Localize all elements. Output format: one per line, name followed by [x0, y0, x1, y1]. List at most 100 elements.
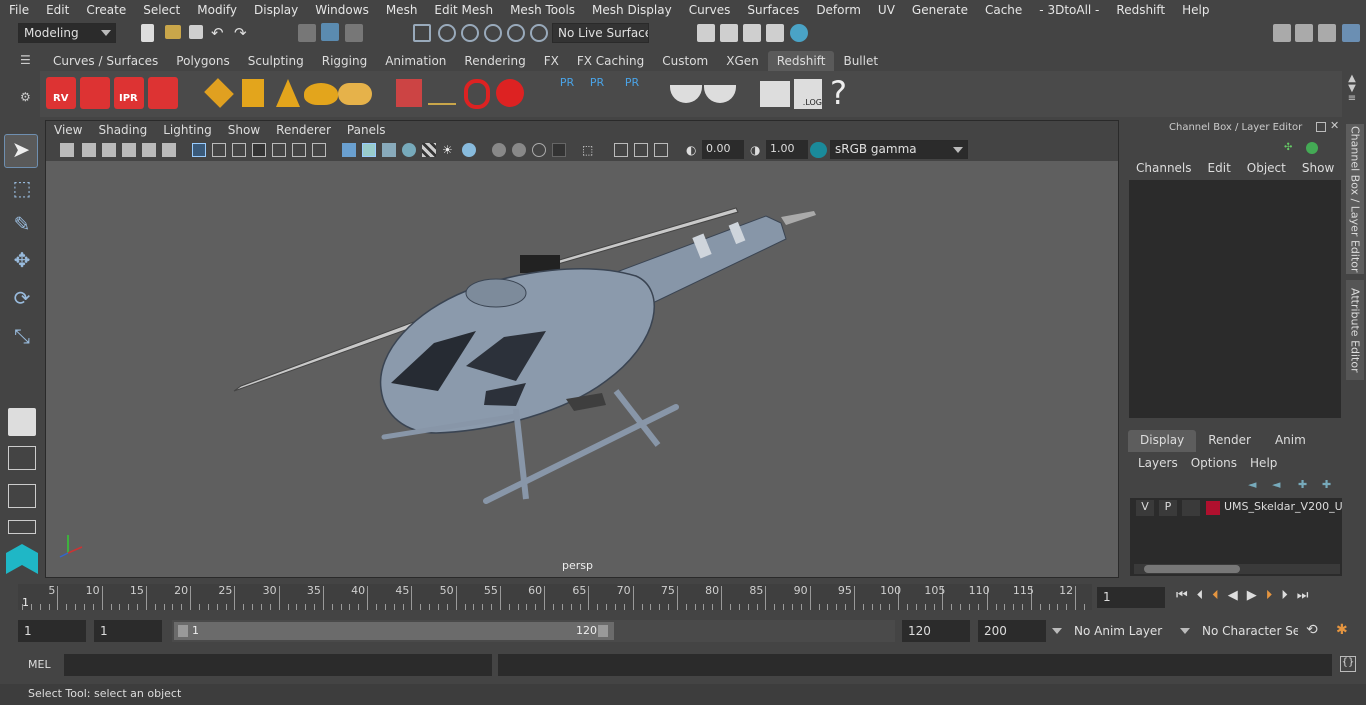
use-all-lights-icon[interactable]: ☀ [442, 143, 456, 157]
channel-box-toggle-icon[interactable] [1342, 24, 1360, 42]
redshift-render-view-icon[interactable]: RV [46, 77, 76, 109]
redshift-light-icon[interactable] [276, 79, 300, 107]
make-live-icon[interactable] [530, 24, 548, 42]
shelf-scroll-icon[interactable]: ▲ ▼ ≡ [1344, 74, 1360, 110]
rotate-tool-icon[interactable]: ⟳ [8, 286, 36, 314]
layer-tab-anim[interactable]: Anim [1263, 430, 1318, 452]
gate-mask-icon[interactable] [252, 143, 266, 157]
channel-box-menu-show[interactable]: Show [1298, 161, 1342, 177]
default-material-icon[interactable] [382, 143, 396, 157]
xray-icon[interactable] [614, 143, 628, 157]
tab-channel-box[interactable]: Channel Box / Layer Editor [1346, 124, 1364, 274]
shelf-tab-curves-surfaces[interactable]: Curves / Surfaces [44, 51, 167, 71]
layer-menu-options[interactable]: Options [1191, 456, 1250, 472]
new-scene-icon[interactable] [141, 24, 154, 42]
command-input[interactable] [64, 654, 492, 676]
move-tool-icon[interactable]: ✥ [8, 248, 36, 276]
2d-pan-zoom-icon[interactable] [142, 143, 156, 157]
playback-end-field[interactable]: 120 [902, 620, 970, 642]
shelf-tab-redshift[interactable]: Redshift [767, 51, 835, 71]
current-frame-field[interactable]: 1 [1097, 587, 1165, 608]
menu-cache[interactable]: Cache [976, 3, 1030, 17]
snap-grid-icon[interactable] [413, 24, 431, 42]
start-time-field[interactable]: 1 [18, 620, 86, 642]
new-layer-selected-icon[interactable]: ✚ [1322, 478, 1336, 491]
script-editor-icon[interactable]: {} [1340, 656, 1356, 672]
range-slider-handle[interactable]: 1 120 [174, 622, 614, 640]
animation-preferences-icon[interactable]: ✱ [1336, 622, 1354, 640]
menu-mesh-tools[interactable]: Mesh Tools [501, 3, 583, 17]
scale-tool-icon[interactable]: ⤡ [8, 324, 36, 352]
redshift-hair-icon[interactable] [428, 81, 456, 105]
auto-key-icon[interactable]: ⟲ [1306, 622, 1324, 640]
redshift-dome-light-icon[interactable] [304, 83, 338, 105]
color-management-icon[interactable] [810, 142, 827, 158]
select-by-object-icon[interactable] [345, 24, 363, 42]
anti-aliasing-icon[interactable] [532, 143, 546, 157]
paint-select-tool-icon[interactable]: ✎ [8, 212, 36, 240]
grid-icon[interactable] [192, 143, 206, 157]
shelf-tab-rendering[interactable]: Rendering [455, 51, 534, 71]
go-to-end-icon[interactable]: ⏭ [1297, 588, 1309, 606]
menu-help[interactable]: Help [1173, 3, 1217, 17]
range-start-grip[interactable] [178, 625, 188, 637]
menu-redshift[interactable]: Redshift [1107, 3, 1173, 17]
channel-box-toggle-icon[interactable] [1306, 142, 1318, 154]
viewport-menu-lighting[interactable]: Lighting [155, 121, 220, 139]
redshift-proxy-icon[interactable] [396, 79, 422, 107]
shelf-menu-icon[interactable]: ☰ [20, 53, 34, 67]
go-to-start-icon[interactable]: ⏮ [1176, 588, 1188, 606]
layer-tab-render[interactable]: Render [1196, 430, 1263, 452]
redo-icon[interactable]: ↷ [234, 24, 252, 42]
step-forward-key-icon[interactable]: ⏵ [1266, 588, 1273, 606]
live-surface-field[interactable]: No Live Surface [552, 23, 649, 43]
layer-playback-toggle[interactable]: P [1159, 500, 1177, 516]
channel-box-menu-edit[interactable]: Edit [1204, 161, 1239, 177]
bookmark-icon[interactable] [102, 143, 116, 157]
step-back-frame-icon[interactable]: ⏴ [1197, 588, 1204, 606]
open-scene-icon[interactable] [165, 25, 181, 39]
layer-menu-help[interactable]: Help [1250, 456, 1290, 472]
field-chart-icon[interactable] [272, 143, 286, 157]
menu-curves[interactable]: Curves [680, 3, 739, 17]
color-space-dropdown[interactable]: sRGB gamma [830, 140, 968, 159]
render-current-frame-icon[interactable] [720, 24, 738, 42]
resolution-gate-icon[interactable] [232, 143, 246, 157]
pr-proxy-import-icon[interactable]: PR [586, 76, 608, 112]
redshift-mesh-params-icon[interactable] [204, 78, 234, 108]
gamma-icon[interactable]: ◑ [750, 143, 764, 157]
tab-attribute-editor[interactable]: Attribute Editor [1346, 280, 1364, 380]
save-scene-icon[interactable] [189, 25, 203, 39]
move-layer-up-icon[interactable]: ◄ [1248, 478, 1262, 491]
menu-file[interactable]: File [0, 3, 37, 17]
menu-mesh[interactable]: Mesh [377, 3, 426, 17]
film-gate-icon[interactable] [212, 143, 226, 157]
xray-active-icon[interactable] [634, 143, 648, 157]
select-by-component-icon[interactable] [321, 23, 339, 41]
viewport-menu-shading[interactable]: Shading [90, 121, 155, 139]
shelf-settings-icon[interactable]: ⚙ [20, 90, 34, 104]
redshift-sphere-icon[interactable] [496, 79, 524, 107]
safe-action-icon[interactable] [292, 143, 306, 157]
pr-proxy-export-icon[interactable]: PR [556, 76, 578, 112]
layer-display-type[interactable] [1182, 500, 1200, 516]
layer-visibility-toggle[interactable]: V [1136, 500, 1154, 516]
layer-color-swatch[interactable] [1206, 501, 1220, 515]
move-layer-down-icon[interactable]: ◄ [1272, 478, 1286, 491]
layer-row[interactable]: V P UMS_Skeldar_V200_UA [1134, 500, 1344, 516]
image-plane-icon[interactable] [122, 143, 136, 157]
redshift-sky-icon[interactable] [338, 83, 372, 105]
layer-name[interactable]: UMS_Skeldar_V200_UA [1224, 500, 1342, 516]
gamma-field[interactable]: 1.00 [766, 140, 808, 159]
helicopter-model[interactable] [46, 161, 1118, 577]
menu-display[interactable]: Display [245, 3, 306, 17]
menu-windows[interactable]: Windows [306, 3, 377, 17]
float-panel-icon[interactable] [1316, 122, 1326, 132]
xray-joints-icon[interactable] [654, 143, 668, 157]
motion-blur-icon[interactable] [512, 143, 526, 157]
menu-mesh-display[interactable]: Mesh Display [583, 3, 680, 17]
timeline-ruler[interactable]: 5 10 15 20 25 30 35 40 45 50 55 60 65 70 75 80 85 90 95 100… [18, 584, 1092, 610]
menu-create[interactable]: Create [77, 3, 134, 17]
shelf-tab-polygons[interactable]: Polygons [167, 51, 238, 71]
menu-surfaces[interactable]: Surfaces [738, 3, 807, 17]
